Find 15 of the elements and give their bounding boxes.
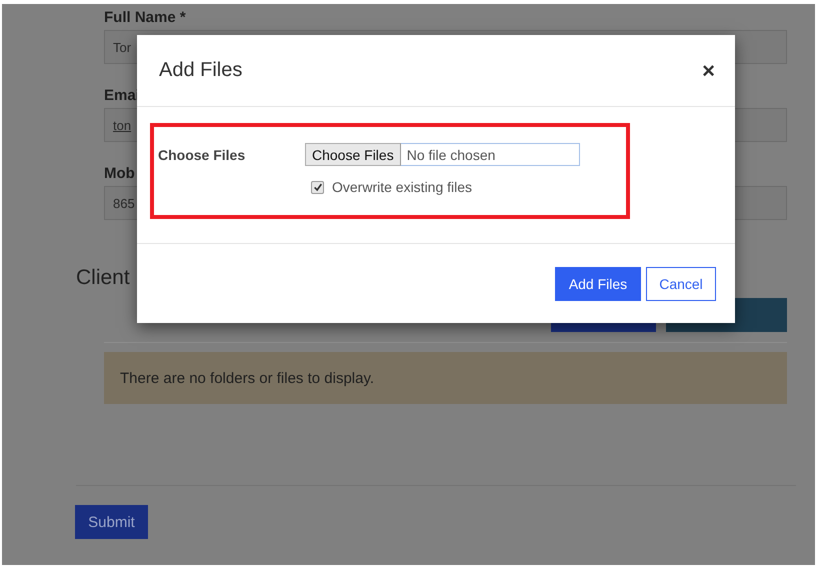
field-label: Full Name * (104, 8, 187, 28)
file-field[interactable]: Choose Files No file chosen (305, 143, 580, 166)
add-files-button[interactable]: Add Files (555, 266, 641, 300)
section-title: Client (76, 266, 130, 289)
empty-message: There are no folders or files to display. (104, 352, 787, 404)
field-label: Mob (104, 164, 136, 184)
cancel-button[interactable]: Cancel (646, 266, 716, 300)
submit-button[interactable]: Submit (75, 505, 148, 539)
checkbox[interactable] (311, 180, 324, 194)
choose-files-button[interactable]: Choose Files (305, 143, 401, 166)
field-label: Choose Files (158, 146, 246, 162)
close-button[interactable]: × (702, 60, 715, 82)
file-status: No file chosen (406, 146, 496, 164)
checkbox-label: Overwrite existing files (332, 179, 472, 195)
dialog-title: Add Files (159, 59, 242, 82)
